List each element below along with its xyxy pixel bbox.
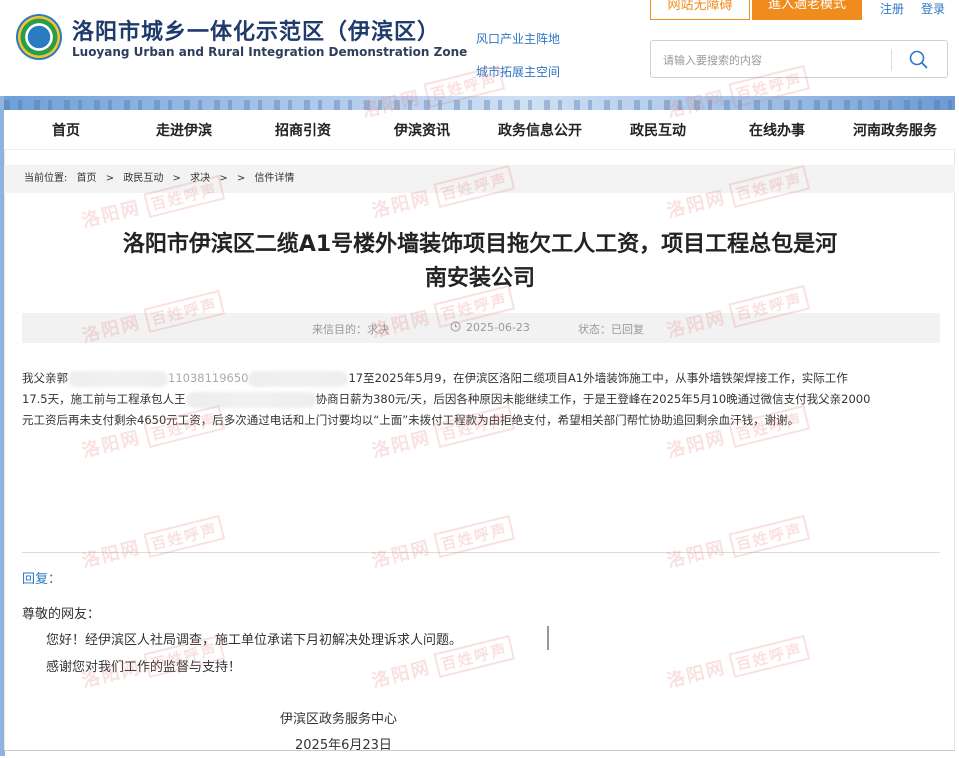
register-link[interactable]: 注册 xyxy=(880,0,904,17)
search-input[interactable] xyxy=(663,50,883,70)
nav-item-interaction[interactable]: 政民互动 xyxy=(630,120,686,140)
nav-item-news[interactable]: 伊滨资讯 xyxy=(394,120,450,140)
letter-meta-bar: 来信目的：求决 2025-06-23 状态：已回复 xyxy=(22,313,940,343)
slogan-1: 风口产业主阵地 xyxy=(476,32,561,46)
letter-purpose: 来信目的：求决 xyxy=(312,323,389,336)
nav-item-gov-info[interactable]: 政务信息公开 xyxy=(498,120,582,140)
nav-item-about[interactable]: 走进伊滨 xyxy=(156,120,212,140)
letter-text: 17至2025年5月9，在伊滨区洛阳二缆项目A1外墙装饰施工中，从事外墙铁架焊接… xyxy=(348,371,848,385)
clock-icon xyxy=(450,321,461,335)
site-title[interactable]: 洛阳市城乡一体化示范区（伊滨区） xyxy=(72,14,440,46)
breadcrumb-sep: > xyxy=(172,173,181,184)
site-subtitle: Luoyang Urban and Rural Integration Demo… xyxy=(72,45,468,59)
elder-mode-button[interactable]: 進入適老模式 xyxy=(752,0,862,20)
site-logo-icon[interactable] xyxy=(16,14,62,60)
text-cursor xyxy=(547,626,549,650)
redacted-mask xyxy=(185,391,316,408)
article-title-line-2: 南安装公司 xyxy=(424,266,535,291)
nav-item-henan-service[interactable]: 河南政务服务 xyxy=(853,120,937,140)
breadcrumb-current: 信件详情 xyxy=(254,173,295,184)
skyline-decoration xyxy=(4,100,955,110)
bottom-border xyxy=(4,750,955,751)
letter-text: 11038119650 xyxy=(168,371,249,385)
reply-organization: 伊滨区政务服务中心 xyxy=(280,712,398,727)
section-divider xyxy=(22,552,940,553)
reply-line-1: 您好！经伊滨区人社局调查，施工单位承诺下月初解决处理诉求人问题。 xyxy=(46,633,463,648)
nav-item-home[interactable]: 首页 xyxy=(52,120,80,140)
search-button[interactable] xyxy=(907,49,931,71)
letter-text: 17.5天，施工前与工程承包人王 xyxy=(22,392,186,406)
nav-item-online-service[interactable]: 在线办事 xyxy=(749,120,805,140)
reply-label: 回复： xyxy=(22,572,62,587)
slogan-2: 城市拓展主空间 xyxy=(476,65,561,79)
article-title-line-1: 洛阳市伊滨区二缆A1号楼外墙装饰项目拖欠工人工资，项目工程总包是河 xyxy=(122,232,838,257)
breadcrumb-request[interactable]: 求决 xyxy=(190,173,210,184)
breadcrumb-prefix: 当前位置: xyxy=(24,173,68,184)
main-nav: 首页 走进伊滨 招商引资 伊滨资讯 政务信息公开 政民互动 在线办事 河南政务服… xyxy=(4,110,955,150)
breadcrumb-sep: > xyxy=(219,173,228,184)
search-divider xyxy=(891,49,892,71)
breadcrumb-interaction[interactable]: 政民互动 xyxy=(123,173,163,184)
nav-item-investment[interactable]: 招商引资 xyxy=(275,120,331,140)
reply-greeting: 尊敬的网友： xyxy=(22,607,101,622)
redacted-mask xyxy=(68,370,168,387)
letter-text: 协商日薪为380元/天，后因各种原因未能继续工作，于是王登峰在2025年5月10… xyxy=(315,392,871,406)
reply-line-2: 感谢您对我们工作的监督与支持！ xyxy=(46,660,242,675)
search-icon xyxy=(909,50,928,69)
letter-date: 2025-06-23 xyxy=(466,321,530,334)
search-box xyxy=(650,40,948,78)
article-title: 洛阳市伊滨区二缆A1号楼外墙装饰项目拖欠工人工资，项目工程总包是河 南安装公司 xyxy=(60,228,900,296)
breadcrumb-home[interactable]: 首页 xyxy=(77,173,97,184)
letter-body: 我父亲郭 11038119650 17至2025年5月9，在伊滨区洛阳二缆项目A1外… xyxy=(22,368,938,431)
breadcrumb: 当前位置: 首页 > 政民互动 > 求决 > > 信件详情 xyxy=(4,165,955,193)
letter-text: 元工资后再未支付剩余4650元工资，后多次通过电话和上门讨要均以“上面”未拨付工… xyxy=(22,413,800,427)
letter-text: 我父亲郭 xyxy=(22,371,68,385)
letter-status: 状态：已回复 xyxy=(578,323,644,336)
redacted-mask xyxy=(248,370,349,387)
accessibility-button[interactable]: 网站无障碍 xyxy=(650,0,750,20)
login-link[interactable]: 登录 xyxy=(921,0,945,17)
site-header: 洛阳市城乡一体化示范区（伊滨区） Luoyang Urban and Rural… xyxy=(0,0,959,96)
breadcrumb-sep: > xyxy=(105,173,115,184)
breadcrumb-sep: > xyxy=(236,173,246,184)
